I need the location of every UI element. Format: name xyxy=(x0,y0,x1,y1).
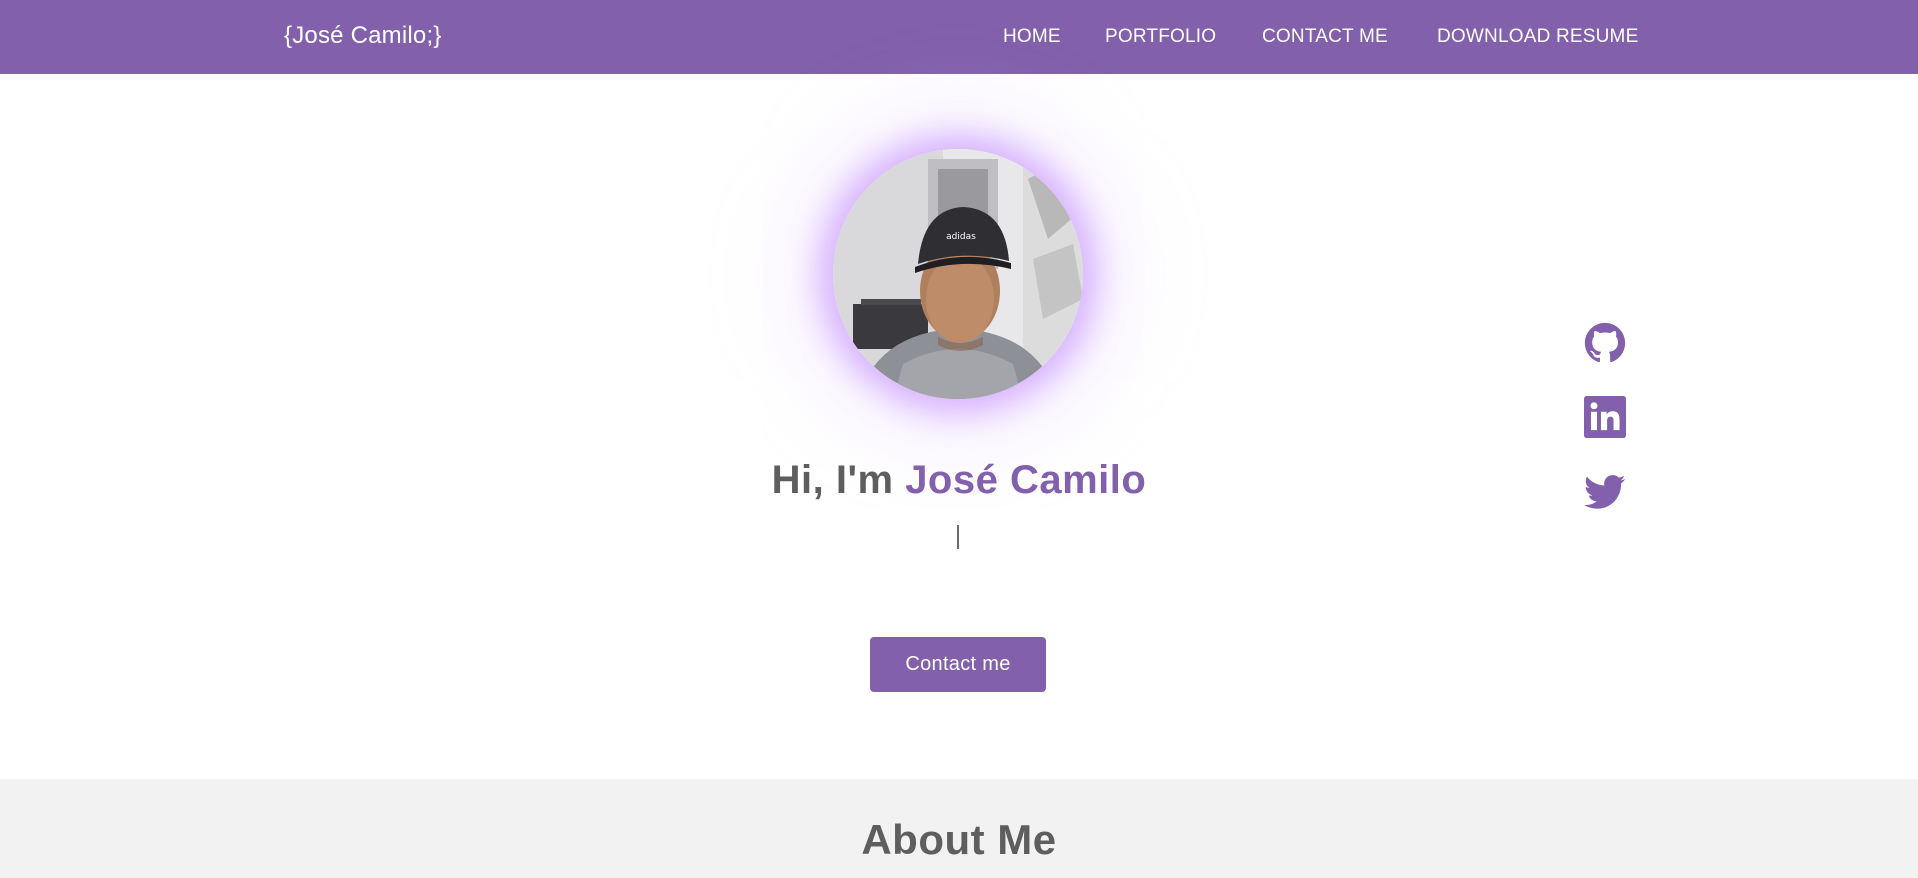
navbar: {José Camilo;} HOME PORTFOLIO CONTACT ME… xyxy=(0,0,1918,74)
linkedin-link[interactable] xyxy=(1584,396,1626,438)
typing-cursor xyxy=(957,525,959,549)
twitter-icon xyxy=(1584,475,1626,509)
github-icon xyxy=(1584,322,1626,363)
nav-links: HOME PORTFOLIO CONTACT ME DOWNLOAD RESUM… xyxy=(1003,26,1638,50)
nav-portfolio-link[interactable]: PORTFOLIO xyxy=(1105,26,1216,48)
linkedin-icon xyxy=(1584,396,1626,438)
github-link[interactable] xyxy=(1584,322,1626,364)
brand-logo[interactable]: {José Camilo;} xyxy=(284,22,442,50)
about-title: About Me xyxy=(861,816,1057,863)
about-section: About Me xyxy=(0,779,1918,878)
hero-greeting: Hi, I'm José Camilo xyxy=(600,458,1318,503)
greeting-prefix: Hi, I'm xyxy=(771,458,894,502)
nav-home-link[interactable]: HOME xyxy=(1003,26,1061,48)
hero-name: José Camilo xyxy=(905,458,1147,502)
nav-contact-link[interactable]: CONTACT ME xyxy=(1262,26,1388,48)
twitter-link[interactable] xyxy=(1584,471,1626,513)
svg-text:adidas: adidas xyxy=(946,232,976,242)
contact-me-button[interactable]: Contact me xyxy=(870,637,1046,692)
profile-photo: adidas xyxy=(833,149,1083,399)
nav-download-resume-link[interactable]: DOWNLOAD RESUME xyxy=(1437,26,1638,48)
profile-avatar: adidas xyxy=(833,149,1083,399)
